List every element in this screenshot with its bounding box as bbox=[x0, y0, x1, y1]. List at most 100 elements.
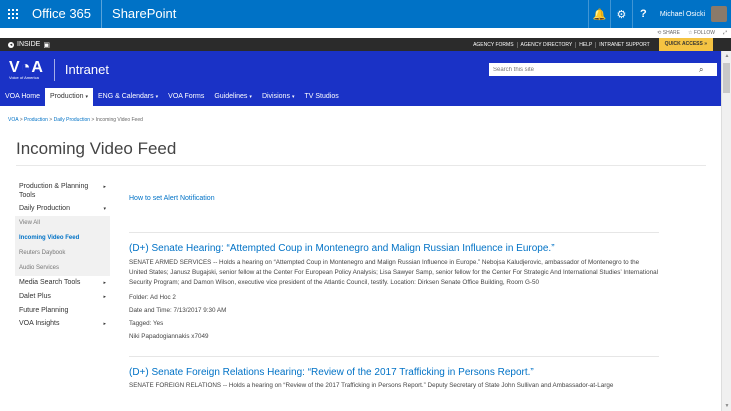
app-launcher-icon[interactable] bbox=[0, 0, 26, 28]
suite-right-controls: 🔔 ⚙ ? Michael Osicki bbox=[587, 0, 731, 28]
nav-label: VOA Forms bbox=[168, 93, 205, 100]
share-button[interactable]: ⟲ SHARE bbox=[657, 30, 680, 36]
chevron-down-icon: ▾ bbox=[103, 206, 106, 212]
event-datetime: Date and Time: 7/13/2017 9:30 AM bbox=[129, 307, 227, 314]
event-folder: Folder: Ad Hoc 2 bbox=[129, 294, 176, 301]
scroll-down-icon[interactable]: ▼ bbox=[722, 403, 731, 409]
intranet-support-link[interactable]: INTRANET SUPPORT bbox=[596, 42, 652, 48]
follow-label: FOLLOW bbox=[693, 30, 715, 36]
inside-bar: ◂ INSIDE ▣ AGENCY FORMS AGENCY DIRECTORY… bbox=[0, 38, 731, 51]
nav-label: Production bbox=[50, 93, 84, 100]
vertical-scrollbar[interactable]: ▲ ▼ bbox=[721, 51, 731, 411]
header-divider bbox=[53, 58, 55, 81]
breadcrumb-production[interactable]: Production bbox=[24, 117, 48, 123]
quick-access-button[interactable]: QUICK ACCESS » bbox=[658, 38, 713, 51]
event-tagged: Tagged: Yes bbox=[129, 320, 164, 327]
alert-notification-link[interactable]: How to set Alert Notification bbox=[129, 195, 659, 202]
search-input[interactable] bbox=[489, 66, 699, 73]
agency-directory-link[interactable]: AGENCY DIRECTORY bbox=[518, 41, 577, 48]
breadcrumb-daily-production[interactable]: Daily Production bbox=[54, 117, 90, 123]
inside-logo-icon: ▣ bbox=[43, 41, 50, 49]
content-divider bbox=[129, 356, 659, 357]
leftnav-production-planning-tools[interactable]: Production & Planning Tools ▸ bbox=[15, 180, 110, 202]
leftnav-label: Dalet Plus bbox=[19, 293, 51, 300]
event-title[interactable]: (D+) Senate Foreign Relations Hearing: “… bbox=[129, 367, 659, 378]
leftnav-audio-services[interactable]: Audio Services bbox=[15, 261, 110, 276]
main-content: How to set Alert Notification (D+) Senat… bbox=[129, 195, 659, 389]
office365-brand[interactable]: Office 365 bbox=[26, 0, 101, 28]
leftnav-incoming-video-feed[interactable]: Incoming Video Feed bbox=[15, 231, 110, 246]
suite-bar: Office 365 SharePoint 🔔 ⚙ ? Michael Osic… bbox=[0, 0, 731, 28]
breadcrumb-voa[interactable]: VOA bbox=[8, 117, 18, 123]
chevron-right-icon: ▸ bbox=[103, 294, 106, 300]
leftnav-media-search-tools[interactable]: Media Search Tools ▸ bbox=[15, 276, 110, 290]
event-description: SENATE FOREIGN RELATIONS -- Holds a hear… bbox=[129, 382, 614, 389]
nav-eng-calendars[interactable]: ENG & Calendars ▾ bbox=[93, 88, 163, 106]
site-header: V◔A Voice of America Intranet ⌕ bbox=[0, 51, 721, 88]
breadcrumb: VOA > Production > Daily Production > In… bbox=[8, 117, 143, 123]
nav-production[interactable]: Production ▾ bbox=[45, 88, 93, 106]
leftnav-future-planning[interactable]: Future Planning bbox=[15, 304, 110, 317]
chevron-right-icon: ▸ bbox=[103, 280, 106, 286]
nav-tv-studios[interactable]: TV Studios bbox=[299, 88, 343, 106]
leftnav-view-all[interactable]: View All bbox=[15, 216, 110, 231]
event-description: SENATE ARMED SERVICES -- Holds a hearing… bbox=[129, 259, 658, 286]
title-divider bbox=[16, 165, 706, 166]
leftnav-dalet-plus[interactable]: Dalet Plus ▸ bbox=[15, 290, 110, 304]
scroll-up-icon[interactable]: ▲ bbox=[722, 53, 731, 59]
leftnav-submenu: View All Incoming Video Feed Reuters Day… bbox=[15, 216, 110, 276]
nav-label: Guidelines bbox=[214, 93, 248, 100]
leftnav-reuters-daybook[interactable]: Reuters Daybook bbox=[15, 246, 110, 261]
chevron-down-icon: ▾ bbox=[249, 94, 252, 100]
share-bar: ⟲ SHARE ☆ FOLLOW ⤢ bbox=[0, 28, 731, 38]
nav-label: ENG & Calendars bbox=[98, 93, 154, 100]
chevron-right-icon: ▸ bbox=[103, 184, 106, 190]
agency-forms-link[interactable]: AGENCY FORMS bbox=[470, 41, 518, 48]
logo-mark: V◔A bbox=[9, 58, 44, 76]
notifications-bell-icon[interactable]: 🔔 bbox=[587, 0, 610, 28]
help-icon[interactable]: ? bbox=[631, 0, 654, 28]
nav-guidelines[interactable]: Guidelines ▾ bbox=[209, 88, 257, 106]
site-title[interactable]: Intranet bbox=[65, 62, 109, 77]
chevron-down-icon: ▾ bbox=[155, 94, 159, 100]
search-box: ⌕ bbox=[489, 63, 717, 76]
leftnav-label: Future Planning bbox=[19, 307, 69, 314]
nav-divisions[interactable]: Divisions ▾ bbox=[257, 88, 300, 106]
focus-content-icon[interactable]: ⤢ bbox=[723, 30, 727, 36]
chevron-right-icon: ▸ bbox=[103, 321, 106, 327]
leftnav-label: VOA Insights bbox=[19, 320, 60, 327]
nav-label: VOA Home bbox=[5, 93, 41, 100]
inside-label: INSIDE bbox=[17, 41, 41, 48]
breadcrumb-separator: > bbox=[91, 117, 95, 123]
top-nav: VOA Home Production ▾ ENG & Calendars ▾ VO… bbox=[0, 88, 721, 106]
breadcrumb-separator: > bbox=[19, 117, 23, 123]
nav-label: Divisions bbox=[261, 93, 290, 100]
logo-subtitle: Voice of America bbox=[9, 74, 39, 80]
inside-links: AGENCY FORMS AGENCY DIRECTORY HELP INTRA… bbox=[470, 38, 731, 51]
chevron-down-icon: ▾ bbox=[291, 94, 295, 100]
search-icon[interactable]: ⌕ bbox=[699, 65, 703, 75]
help-link[interactable]: HELP bbox=[576, 41, 597, 48]
sharepoint-link[interactable]: SharePoint bbox=[102, 0, 186, 28]
nav-voa-forms[interactable]: VOA Forms bbox=[163, 88, 209, 106]
scroll-thumb[interactable] bbox=[723, 63, 730, 93]
breadcrumb-current: Incoming Video Feed bbox=[95, 117, 143, 123]
leftnav-label: Production & Planning Tools bbox=[19, 183, 89, 199]
follow-button[interactable]: ☆ FOLLOW bbox=[688, 30, 715, 36]
event-contact: Niki Papadogiannakis x7049 bbox=[129, 333, 209, 340]
leftnav-label: Media Search Tools bbox=[19, 279, 81, 286]
voa-logo[interactable]: V◔A Voice of America bbox=[0, 58, 44, 80]
user-name[interactable]: Michael Osicki bbox=[654, 11, 711, 18]
nav-voa-home[interactable]: VOA Home bbox=[0, 88, 45, 106]
content-divider bbox=[129, 232, 659, 233]
share-label: SHARE bbox=[662, 30, 680, 36]
breadcrumb-separator: > bbox=[49, 117, 53, 123]
settings-gear-icon[interactable]: ⚙ bbox=[609, 0, 632, 28]
leftnav-voa-insights[interactable]: VOA Insights ▸ bbox=[15, 317, 110, 331]
event-title[interactable]: (D+) Senate Hearing: “Attempted Coup in … bbox=[129, 243, 659, 254]
user-avatar[interactable] bbox=[711, 6, 727, 22]
leftnav-daily-production[interactable]: Daily Production ▾ bbox=[15, 202, 110, 216]
nav-label: TV Studios bbox=[304, 93, 339, 100]
inside-brand[interactable]: ◂ INSIDE ▣ bbox=[0, 41, 50, 49]
left-nav: Production & Planning Tools ▸ Daily Prod… bbox=[15, 180, 110, 331]
